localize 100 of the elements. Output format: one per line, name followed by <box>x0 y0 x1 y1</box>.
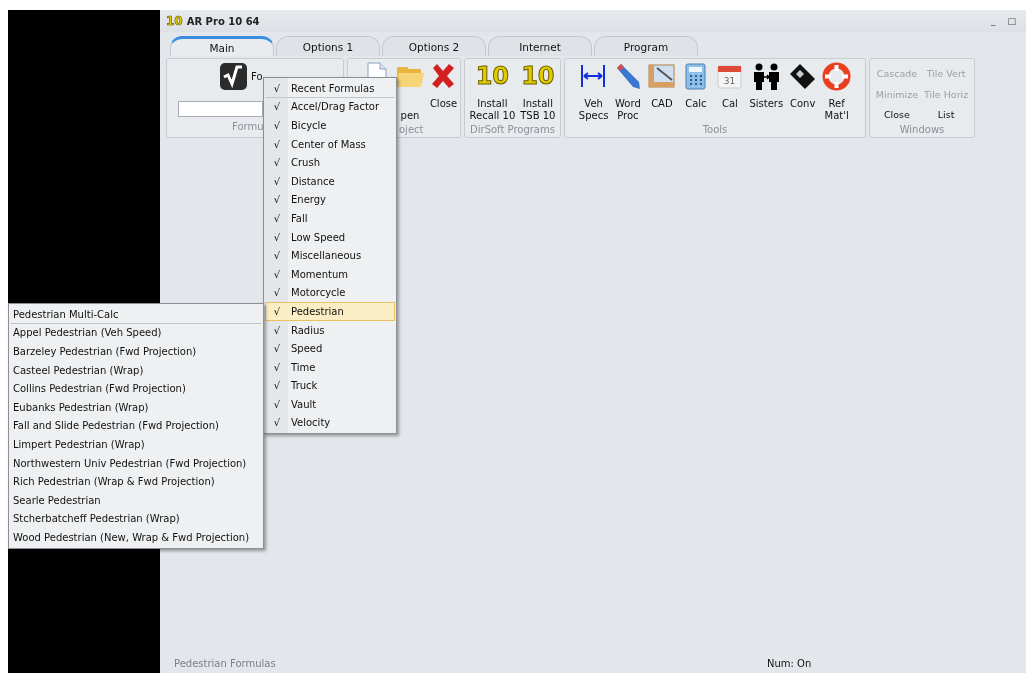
check-mark: √ <box>272 157 282 169</box>
calculator-icon <box>788 62 818 91</box>
menu-item-label: Rich Pedestrian (Wrap & Fwd Projection) <box>12 476 215 488</box>
ribbon-button[interactable]: Veh Specs <box>576 62 611 124</box>
menu-item-label: Stcherbatcheff Pedestrian (Wrap) <box>12 513 180 525</box>
menu-item-label: Wood Pedestrian (New, Wrap & Fwd Projection) <box>12 531 250 543</box>
ribbon-button[interactable]: Ref Mat'l <box>820 62 854 124</box>
ribbon-button[interactable]: Calc <box>679 62 713 124</box>
group-label: Windows <box>899 124 945 137</box>
menu-item-label: Energy <box>290 194 326 206</box>
window-title: AR Pro 10 64 <box>186 15 260 27</box>
menu-item[interactable]: Fall and Slide Pedestrian (Fwd Projection) <box>10 416 262 436</box>
menu-item[interactable]: √ Miscellaneous <box>265 246 395 265</box>
menu-item-label: Bicycle <box>290 120 327 131</box>
check-mark: √ <box>272 138 282 150</box>
people-icon <box>751 62 781 91</box>
button-label[interactable]: Fo <box>251 71 263 82</box>
group-label: Formu <box>231 121 264 134</box>
check-mark: √ <box>272 324 282 336</box>
check-mark: √ <box>272 194 282 206</box>
calendar-icon: 31 <box>715 62 745 91</box>
menu-item[interactable]: √ Vault <box>265 395 395 414</box>
minimize-button[interactable]: _ <box>991 16 996 26</box>
logo-number: 10 <box>521 62 555 91</box>
window-command[interactable]: Close <box>875 109 919 124</box>
num-lock-status: Num: On <box>767 657 812 669</box>
menu-item[interactable]: √ Energy <box>265 190 395 210</box>
menu-item[interactable]: Wood Pedestrian (New, Wrap & Fwd Projection) <box>10 528 262 547</box>
ribbon-button[interactable]: 10 Install TSB 10 <box>518 62 558 124</box>
check-mark: √ <box>272 398 282 410</box>
ribbon-button[interactable]: CAD <box>645 62 679 124</box>
menu-item-label: Truck <box>290 380 318 392</box>
menu-item-label: Appel Pedestrian (Veh Speed) <box>12 327 162 339</box>
tab[interactable]: Options 2 <box>382 36 486 56</box>
maximize-button[interactable]: □ <box>1007 16 1016 26</box>
menu-item[interactable]: √ Center of Mass <box>265 134 395 154</box>
square-root-icon <box>219 62 248 91</box>
menu-item[interactable]: √ Fall <box>265 209 395 228</box>
menu-item-label: Momentum <box>290 268 348 280</box>
menu-item-label: Barzeley Pedestrian (Fwd Projection) <box>12 346 197 357</box>
check-mark: √ <box>272 305 282 317</box>
menu-item[interactable]: Rich Pedestrian (Wrap & Fwd Projection) <box>10 472 262 491</box>
menu-item[interactable]: √ Distance <box>265 171 395 191</box>
check-mark: √ <box>272 268 282 280</box>
menu-item[interactable]: √ Accel/Drag Factor <box>265 97 395 117</box>
menu-item[interactable]: √ Bicycle <box>265 116 395 135</box>
menu-item[interactable]: √ Truck <box>265 376 395 396</box>
menu-item[interactable]: √ Motorcycle <box>265 283 395 303</box>
menu-item[interactable]: √ Momentum <box>265 264 395 284</box>
menu-item-label: Pedestrian Multi-Calc <box>12 308 119 320</box>
menu-item-label: Speed <box>290 343 323 355</box>
menu-item[interactable]: √ Recent Formulas <box>265 79 395 98</box>
menu-item-label: Velocity <box>290 417 331 429</box>
check-mark: √ <box>272 120 282 131</box>
window-command[interactable]: List <box>924 109 969 124</box>
ribbon-button[interactable]: 10 Install Recall 10 <box>467 62 518 124</box>
menu-item-label: Crush <box>290 157 320 169</box>
menu-item[interactable]: √ Velocity <box>265 413 395 433</box>
menu-item-label: Eubanks Pedestrian (Wrap) <box>12 401 149 413</box>
menu-item-label: Center of Mass <box>290 138 366 150</box>
ribbon-button[interactable]: 31 Cal <box>713 62 747 124</box>
menu-item[interactable]: √ Speed <box>265 339 395 358</box>
app-logo: 10 <box>166 14 183 28</box>
menu-item-label: Low Speed <box>290 231 346 243</box>
tab[interactable]: Main <box>170 36 274 56</box>
menu-item-label: Limpert Pedestrian (Wrap) <box>12 438 145 450</box>
menu-item[interactable]: Appel Pedestrian (Veh Speed) <box>10 323 262 343</box>
menu-item[interactable]: Collins Pedestrian (Fwd Projection) <box>10 379 262 398</box>
menu-item[interactable]: Casteel Pedestrian (Wrap) <box>10 360 262 380</box>
menu-item[interactable]: Stcherbatcheff Pedestrian (Wrap) <box>10 509 262 529</box>
menu-item-label: Time <box>290 361 316 373</box>
ribbon-button[interactable]: Conv <box>786 62 820 124</box>
ribbon-button[interactable]: Word Proc <box>611 62 645 124</box>
group-label: oject <box>398 124 424 137</box>
ribbon-button[interactable]: Sisters <box>747 62 786 124</box>
menu-item-label: Recent Formulas <box>290 82 375 94</box>
check-mark: √ <box>272 380 282 392</box>
menu-item[interactable]: Limpert Pedestrian (Wrap) <box>10 435 262 454</box>
check-mark: √ <box>272 250 282 262</box>
button-label[interactable]: pen <box>400 110 420 122</box>
check-mark: √ <box>272 287 282 299</box>
menu-item[interactable]: √ Time <box>265 357 395 377</box>
check-mark: √ <box>272 101 282 113</box>
menu-item[interactable]: √ Low Speed <box>265 227 395 247</box>
menu-item[interactable]: Searle Pedestrian <box>10 490 262 510</box>
tab[interactable]: Options 1 <box>276 36 380 56</box>
menu-item-label: Distance <box>290 175 335 187</box>
tab[interactable]: Internet <box>488 36 592 56</box>
close-button[interactable]: Close <box>427 62 460 110</box>
menu-item[interactable]: Northwestern Univ Pedestrian (Fwd Projection) <box>10 453 262 473</box>
menu-item-label: Fall <box>290 212 308 224</box>
menu-item-label: Collins Pedestrian (Fwd Projection) <box>12 383 186 395</box>
status-message: Pedestrian Formulas <box>174 657 277 669</box>
menu-item[interactable]: √ Radius <box>265 320 395 340</box>
menu-item[interactable]: Eubanks Pedestrian (Wrap) <box>10 397 262 417</box>
tab[interactable]: Program <box>594 36 698 56</box>
menu-item[interactable]: √ Crush <box>265 153 395 172</box>
menu-item[interactable]: Barzeley Pedestrian (Fwd Projection) <box>10 342 262 361</box>
menu-item[interactable]: √ Pedestrian <box>265 302 395 321</box>
input-field[interactable] <box>178 101 263 117</box>
